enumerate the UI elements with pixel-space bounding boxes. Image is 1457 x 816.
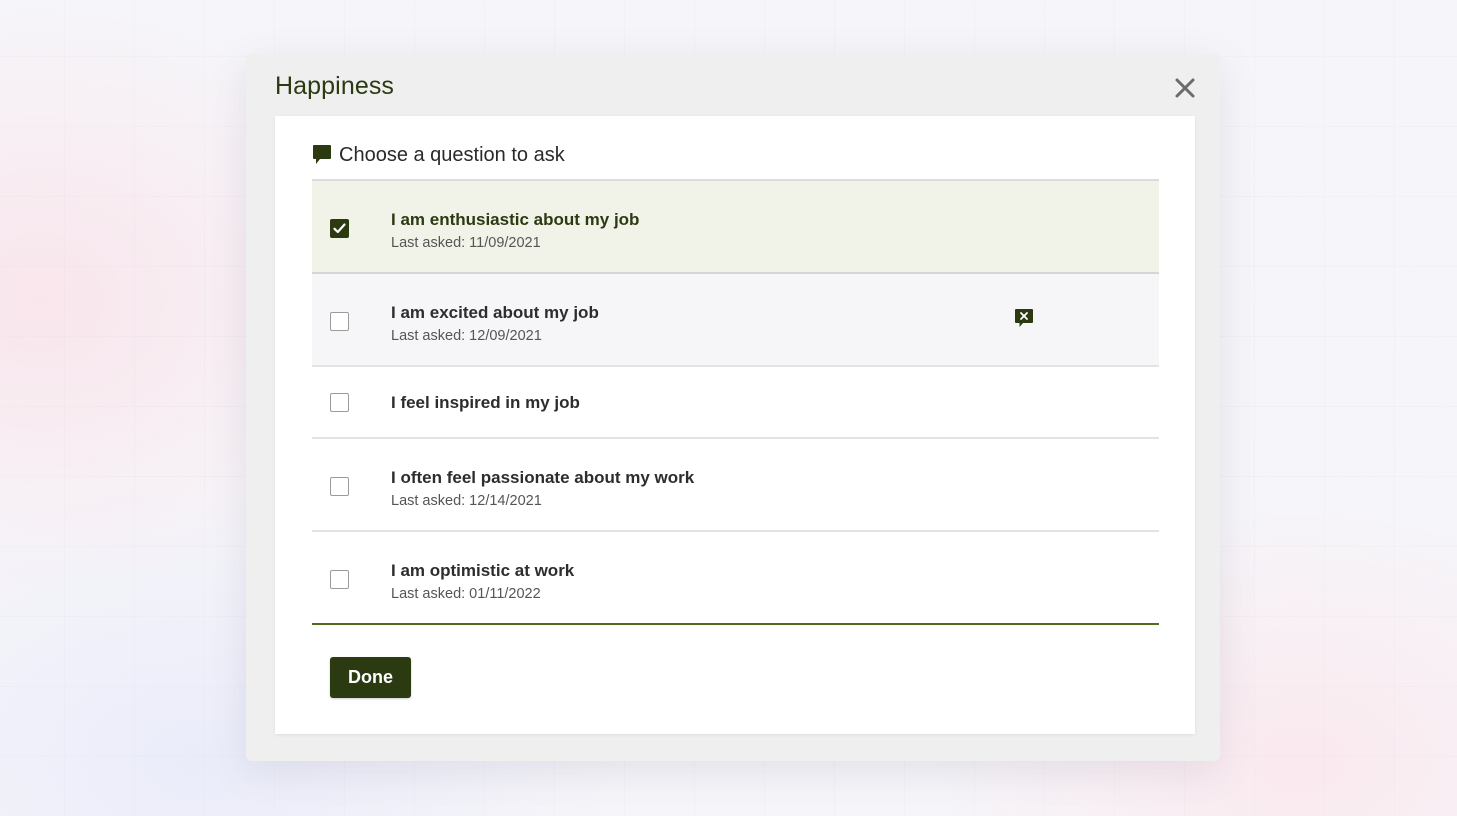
modal-title: Happiness (275, 72, 395, 100)
question-checkbox[interactable] (330, 477, 349, 496)
remove-question-button[interactable] (1014, 308, 1034, 328)
card-heading: Choose a question to ask (312, 143, 565, 167)
question-checkbox[interactable] (330, 570, 349, 589)
question-checkbox[interactable] (330, 393, 349, 412)
question-label: I am optimistic at work (391, 561, 575, 580)
question-checkbox[interactable] (330, 312, 349, 331)
done-button[interactable]: Done (330, 657, 411, 698)
question-picker-modal: Happiness Choose a question to ask I am (246, 54, 1220, 761)
question-label: I often feel passionate about my work (391, 468, 695, 487)
question-label: I am enthusiastic about my job (391, 210, 640, 229)
question-row[interactable]: I am enthusiastic about my job Last aske… (312, 181, 1159, 274)
question-checkbox[interactable] (330, 219, 349, 238)
card-heading-text: Choose a question to ask (339, 143, 565, 166)
close-button[interactable] (1172, 75, 1198, 101)
question-row[interactable]: I often feel passionate about my work La… (312, 439, 1159, 532)
checkmark-icon (333, 223, 346, 234)
question-row[interactable]: I am excited about my job Last asked: 12… (312, 274, 1159, 367)
modal-card: Choose a question to ask I am enthusiast… (275, 116, 1195, 734)
question-list: I am enthusiastic about my job Last aske… (312, 179, 1159, 625)
question-label: I feel inspired in my job (391, 393, 580, 412)
last-asked-date: Last asked: 12/14/2021 (391, 493, 542, 509)
close-icon (1175, 78, 1195, 98)
last-asked-date: Last asked: 12/09/2021 (391, 328, 542, 344)
last-asked-date: Last asked: 11/09/2021 (391, 235, 541, 251)
comment-remove-icon (1015, 309, 1033, 327)
last-asked-date: Last asked: 01/11/2022 (391, 586, 541, 602)
question-row[interactable]: I feel inspired in my job (312, 367, 1159, 439)
speech-bubble-icon (313, 145, 331, 164)
question-label: I am excited about my job (391, 303, 599, 322)
question-row[interactable]: I am optimistic at work Last asked: 01/1… (312, 532, 1159, 625)
